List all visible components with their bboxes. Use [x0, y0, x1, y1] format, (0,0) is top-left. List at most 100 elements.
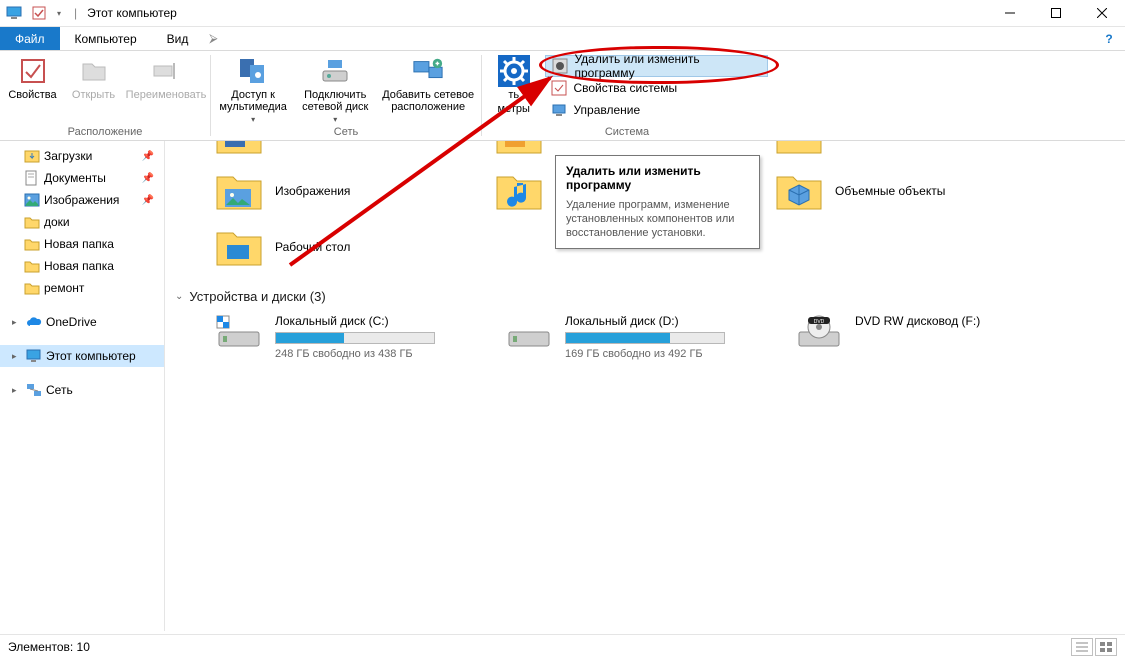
tooltip: Удалить или изменить программу Удаление …	[555, 155, 760, 249]
rename-icon	[150, 55, 182, 87]
uninstall-change-button[interactable]: Удалить или изменить программу	[545, 55, 768, 77]
dvd-drive-icon: DVD	[795, 314, 843, 350]
pin-icon: 📌	[142, 151, 154, 162]
folder-pictures-label: Изображения	[275, 184, 350, 198]
system-properties-button[interactable]: Свойства системы	[545, 77, 768, 99]
nav-network[interactable]: ▸ Сеть	[0, 379, 164, 401]
nav-doki[interactable]: доки	[0, 211, 164, 233]
desktop-folder-icon	[215, 223, 263, 271]
manage-label: Управление	[573, 103, 640, 117]
view-large-icons-button[interactable]	[1095, 638, 1117, 656]
this-pc-icon	[26, 348, 42, 364]
nav-pictures[interactable]: Изображения 📌	[0, 189, 164, 211]
media-access-button[interactable]: Доступ к мультимедиа ▾	[215, 53, 291, 124]
nav-onedrive[interactable]: ▸ OneDrive	[0, 311, 164, 333]
svg-text:DVD: DVD	[814, 319, 825, 325]
properties-icon	[17, 55, 49, 87]
open-icon	[78, 55, 110, 87]
dropdown-caret-icon: ▾	[333, 115, 337, 124]
folder-icon	[24, 258, 40, 274]
pictures-icon	[24, 192, 40, 208]
nav-network-label: Сеть	[46, 383, 73, 397]
drive-c-bar	[275, 332, 435, 344]
qat-properties-icon[interactable]	[30, 4, 48, 22]
music-folder-icon	[495, 167, 543, 215]
open-settings-button[interactable]: ть метры	[486, 53, 541, 115]
add-net-location-icon	[412, 55, 444, 87]
map-drive-icon	[319, 55, 351, 87]
media-access-icon	[237, 55, 269, 87]
qat-dropdown-icon[interactable]: ▾	[54, 4, 64, 22]
ribbon: Свойства Открыть Переименовать Расположе…	[0, 51, 1125, 141]
tab-file[interactable]: Файл	[0, 27, 60, 50]
help-button[interactable]: ?	[1099, 27, 1119, 50]
tab-computer[interactable]: Компьютер	[60, 27, 152, 50]
drive-dvd-name: DVD RW дисковод (F:)	[855, 314, 1015, 328]
map-drive-button[interactable]: Подключить сетевой диск ▾	[295, 53, 375, 124]
window-title: Этот компьютер	[87, 6, 177, 20]
location-group-label: Расположение	[4, 126, 206, 140]
folder-desktop-label: Рабочий стол	[275, 240, 350, 254]
drive-d[interactable]: Локальный диск (D:) 169 ГБ свободно из 4…	[505, 314, 725, 360]
tab-view[interactable]: Вид	[152, 27, 204, 50]
open-settings-label-bot: метры	[498, 103, 530, 115]
folder-pictures[interactable]: Изображения	[215, 167, 435, 215]
folder-3d-objects-label: Объемные объекты	[835, 184, 945, 198]
nav-new-folder-1[interactable]: Новая папка	[0, 233, 164, 255]
drive-dvd[interactable]: DVD DVD RW дисковод (F:)	[795, 314, 1015, 360]
ribbon-group-location: Свойства Открыть Переименовать Расположе…	[0, 51, 210, 140]
nav-new-folder-2[interactable]: Новая папка	[0, 255, 164, 277]
nav-downloads-label: Загрузки	[44, 149, 92, 163]
nav-this-pc[interactable]: ▸ Этот компьютер	[0, 345, 164, 367]
folder-tile-partial-3[interactable]	[775, 141, 995, 159]
settings-gear-icon	[498, 55, 530, 87]
uninstall-icon	[552, 58, 568, 74]
objects3d-folder-icon	[775, 167, 823, 215]
folder-desktop[interactable]: Рабочий стол	[215, 223, 435, 271]
manage-button[interactable]: Управление	[545, 99, 768, 121]
properties-button[interactable]: Свойства	[4, 53, 61, 101]
chevron-right-icon: ▸	[12, 351, 22, 362]
open-settings-label-top: ть	[508, 89, 519, 101]
chevron-right-icon: ▸	[12, 317, 22, 328]
network-icon	[26, 382, 42, 398]
pin-icon: 📌	[142, 173, 154, 184]
nav-repair[interactable]: ремонт	[0, 277, 164, 299]
documents-icon	[24, 170, 40, 186]
view-details-button[interactable]	[1071, 638, 1093, 656]
title-separator: |	[74, 6, 77, 20]
section-devices-drives[interactable]: ⌄ Устройства и диски (3)	[175, 271, 1115, 314]
nav-repair-label: ремонт	[44, 281, 84, 295]
open-label: Открыть	[72, 89, 115, 101]
media-access-label: Доступ к мультимедиа	[215, 89, 291, 113]
navigation-pane: Загрузки 📌 Документы 📌 Изображения 📌 док…	[0, 141, 165, 631]
map-drive-label: Подключить сетевой диск	[295, 89, 375, 113]
nav-onedrive-label: OneDrive	[46, 315, 97, 329]
section-devices-label: Устройства и диски (3)	[189, 289, 325, 304]
nav-this-pc-label: Этот компьютер	[46, 349, 136, 363]
system-props-label: Свойства системы	[573, 81, 677, 95]
nav-downloads[interactable]: Загрузки 📌	[0, 145, 164, 167]
content-pane: Изображения Музыка Объемные объекты Рабо…	[165, 141, 1125, 631]
status-bar: Элементов: 10	[0, 634, 1125, 658]
pin-icon: 📌	[142, 195, 154, 206]
folder-icon	[24, 236, 40, 252]
nav-new-folder-2-label: Новая папка	[44, 259, 114, 273]
open-button: Открыть	[65, 53, 122, 101]
ribbon-expand-icon[interactable]: ⮚	[203, 27, 223, 50]
add-net-location-button[interactable]: Добавить сетевое расположение	[379, 53, 477, 113]
minimize-button[interactable]	[987, 0, 1033, 27]
folder-tile-partial-1[interactable]	[215, 141, 435, 159]
onedrive-icon	[26, 314, 42, 330]
rename-button: Переименовать	[126, 53, 206, 101]
uninstall-change-label: Удалить или изменить программу	[574, 52, 761, 80]
drive-d-free: 169 ГБ свободно из 492 ГБ	[565, 348, 725, 360]
folder-3d-objects[interactable]: Объемные объекты	[775, 167, 995, 215]
maximize-button[interactable]	[1033, 0, 1079, 27]
nav-documents[interactable]: Документы 📌	[0, 167, 164, 189]
close-button[interactable]	[1079, 0, 1125, 27]
drive-c[interactable]: Локальный диск (C:) 248 ГБ свободно из 4…	[215, 314, 435, 360]
nav-new-folder-1-label: Новая папка	[44, 237, 114, 251]
rename-label: Переименовать	[126, 89, 207, 101]
ribbon-tabs: Файл Компьютер Вид ⮚ ?	[0, 27, 1125, 51]
